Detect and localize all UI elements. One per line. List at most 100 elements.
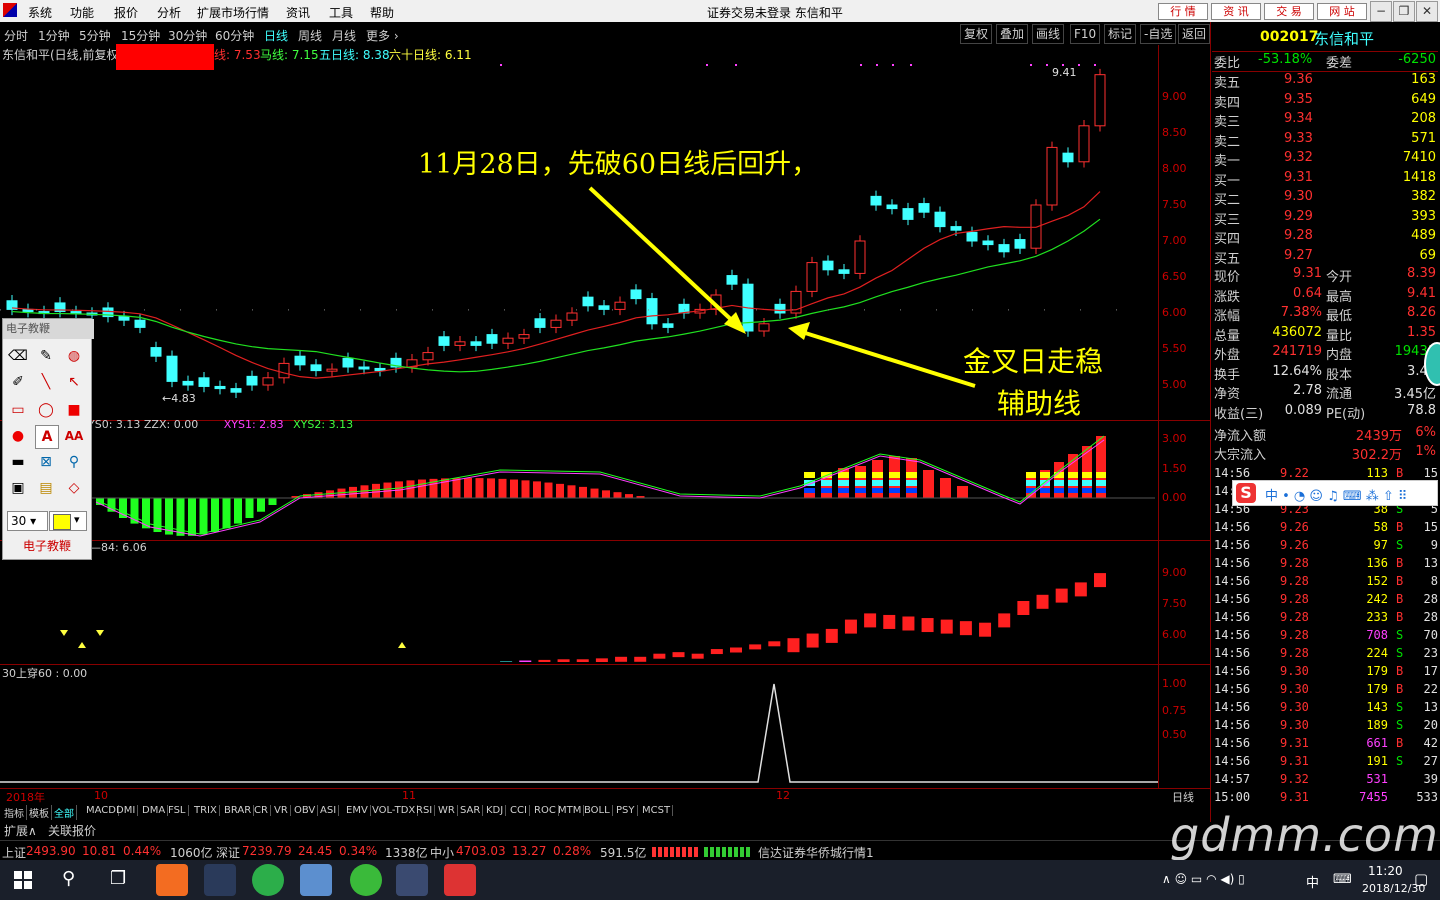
indicator-tab[interactable]: OBV (292, 805, 319, 816)
trade-button[interactable]: 交 易 (1264, 3, 1314, 20)
open-icon[interactable]: ▤ (35, 477, 57, 499)
histogram-bar (533, 481, 541, 498)
ask-row[interactable]: 卖三 9.34 208 (1212, 111, 1438, 130)
text-style-icon[interactable]: AA (63, 425, 85, 447)
indicator-tab[interactable]: VOL-TDX (370, 805, 419, 816)
browser-app-icon[interactable] (156, 864, 188, 896)
stock-code: 002017 (1260, 29, 1319, 45)
tick-row: 14:56 9.28 136 B 13 (1212, 556, 1438, 574)
bid-row[interactable]: 买一 9.31 1418 (1212, 170, 1438, 189)
clear-icon[interactable]: ◇ (63, 477, 85, 499)
indicator-tab[interactable]: ASI (318, 805, 340, 816)
news-button[interactable]: 资 讯 (1211, 3, 1261, 20)
screen-icon[interactable]: ⊠ (35, 451, 57, 473)
bid-row[interactable]: 买四 9.28 489 (1212, 228, 1438, 247)
level-volume: 489 (1411, 228, 1436, 243)
dropper-icon[interactable]: ✎ (35, 345, 57, 367)
color-select[interactable]: ▾ (49, 511, 87, 531)
arrow-icon[interactable]: ↖ (63, 371, 85, 393)
tray-icons[interactable]: ∧ ☺ ▭ ◠ ◀) ▯ (1162, 872, 1245, 886)
indicator-tab[interactable]: RSI (414, 805, 436, 816)
bid-row[interactable]: 买五 9.27 69 (1212, 248, 1438, 267)
notes-app-icon[interactable] (300, 864, 332, 896)
wechat-icon[interactable] (350, 864, 382, 896)
search-icon[interactable]: ⚲ (62, 868, 75, 889)
indicator-tab[interactable]: MCST (640, 805, 674, 816)
indicator-tab[interactable]: TRIX (192, 805, 220, 816)
indicator-tab[interactable]: ROC (532, 805, 559, 816)
drawing-palette[interactable]: 电子教鞭 ⌫ ✎ ◍ ✐ ╲ ↖ ▭ ◯ ■ ● A AA ▬ ⊠ ⚲ ▣ ▤ … (2, 318, 94, 560)
size-select[interactable]: 30 ▾ (7, 511, 48, 531)
windows-start-icon[interactable] (14, 871, 32, 889)
zoom-icon[interactable]: ⚲ (63, 451, 85, 473)
indicator-tab[interactable]: FSL (166, 805, 189, 816)
360-app-icon[interactable] (252, 864, 284, 896)
indicator-tab[interactable]: SAR (458, 805, 484, 816)
close-icon[interactable]: ✕ (1416, 1, 1438, 22)
trading-app-icon[interactable] (204, 864, 236, 896)
zx-index: 4703.03 (456, 844, 506, 858)
minimize-icon[interactable]: − (1370, 1, 1392, 22)
pen-icon[interactable]: ✐ (7, 371, 29, 393)
indicator-tab[interactable]: 指标 (2, 805, 27, 820)
tick-price: 9.30 (1280, 718, 1309, 732)
eraser-icon[interactable]: ⌫ (7, 345, 29, 367)
indicator-tab[interactable]: EMV (344, 805, 371, 816)
ask-row[interactable]: 卖一 9.32 7410 (1212, 150, 1438, 169)
ime-toolbar[interactable]: S 中 • ◔ ☺ ♫ ⌨ ⁂ ⇧ ⠿ (1232, 480, 1438, 506)
ask-row[interactable]: 卖五 9.36 163 (1212, 72, 1438, 91)
indicator-tab[interactable]: BRAR (222, 805, 255, 816)
indicator2-bar (595, 658, 608, 662)
restore-icon[interactable]: ❐ (1393, 1, 1415, 22)
filled-ellipse-icon[interactable]: ● (7, 425, 29, 447)
indicator3-chart[interactable] (0, 678, 1158, 786)
ask-row[interactable]: 卖二 9.33 571 (1212, 131, 1438, 150)
board-icon[interactable]: ▬ (7, 451, 29, 473)
indicator-tab[interactable]: KDJ (484, 805, 507, 816)
save-icon[interactable]: ▣ (7, 477, 29, 499)
ime-chinese-icon[interactable]: 中 • ◔ ☺ ♫ ⌨ ⁂ ⇧ ⠿ (1265, 485, 1407, 504)
task-view-icon[interactable]: ❐ (110, 868, 126, 889)
indicator-tab[interactable]: CR (252, 805, 271, 816)
indicator-tab[interactable]: CCI (508, 805, 530, 816)
expand-tab[interactable]: 扩展∧ (4, 822, 37, 839)
pdf-app-icon[interactable] (444, 864, 476, 896)
fill-icon[interactable]: ◍ (63, 345, 85, 367)
indicator1-chart[interactable] (0, 432, 1158, 538)
notification-icon[interactable]: ▢ (1414, 870, 1428, 888)
indicator-tab[interactable]: 全部 (52, 805, 77, 820)
indicator2-bar (672, 652, 685, 658)
line-icon[interactable]: ╲ (35, 371, 57, 393)
ellipse-icon[interactable]: ◯ (35, 399, 57, 421)
indicator-tab[interactable]: DMI (114, 805, 139, 816)
indicator-tab[interactable]: BOLL (582, 805, 613, 816)
histogram-bar (957, 486, 968, 498)
histogram-bar (510, 479, 518, 498)
indicator-tab[interactable]: WR (436, 805, 458, 816)
bid-row[interactable]: 买二 9.30 382 (1212, 189, 1438, 208)
indicator-tab[interactable]: 模板 (27, 805, 52, 820)
back-button[interactable]: 返回 (1178, 24, 1210, 44)
filled-rect-icon[interactable]: ■ (63, 399, 85, 421)
indicator-tab[interactable]: DMA (140, 805, 169, 816)
indicator2-chart[interactable] (0, 556, 1158, 662)
ime-indicator[interactable]: 中 (1306, 872, 1319, 891)
histogram-bar (257, 498, 265, 512)
indicator-tab[interactable]: PSY (614, 805, 638, 816)
indicator-tab[interactable]: VR (272, 805, 291, 816)
website-button[interactable]: 网 站 (1317, 3, 1367, 20)
tdx-app-icon[interactable] (396, 864, 428, 896)
text-icon[interactable]: A (35, 425, 59, 449)
level-price: 9.34 (1284, 111, 1313, 126)
bid-row[interactable]: 买三 9.29 393 (1212, 209, 1438, 228)
quote-button[interactable]: 行 情 (1158, 3, 1208, 20)
color-swatch (53, 514, 71, 530)
indicator-tab[interactable]: MTM (556, 805, 585, 816)
rect-icon[interactable]: ▭ (7, 399, 29, 421)
histogram-bar (804, 488, 815, 493)
tick-volume: 152 (1366, 574, 1388, 588)
palette-title[interactable]: 电子教鞭 (3, 319, 94, 339)
ask-row[interactable]: 卖四 9.35 649 (1212, 92, 1438, 111)
keyboard-icon[interactable]: ⌨ (1333, 872, 1352, 887)
related-quote-tab[interactable]: 关联报价 (48, 822, 96, 839)
